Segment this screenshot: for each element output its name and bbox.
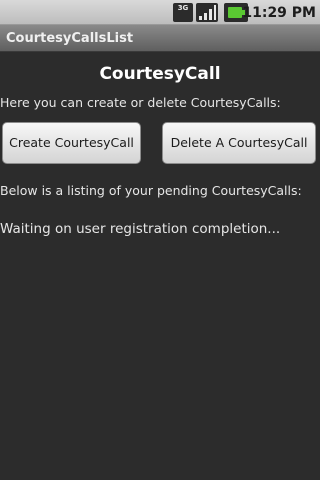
network-3g-icon: 3G bbox=[173, 3, 193, 22]
delete-courtesycall-button[interactable]: Delete A CourtesyCall bbox=[162, 122, 316, 164]
signal-strength-icon bbox=[196, 3, 218, 22]
app-screen: 3G 11:29 PM CourtesyCallsList CourtesyCa… bbox=[0, 0, 320, 480]
status-message: Waiting on user registration completion.… bbox=[0, 221, 281, 237]
create-courtesycall-button[interactable]: Create CourtesyCall bbox=[2, 122, 141, 164]
status-time: 11:29 PM bbox=[242, 5, 316, 21]
app-title: CourtesyCallsList bbox=[6, 31, 134, 46]
status-bar: 3G 11:29 PM bbox=[0, 0, 320, 25]
page-heading: CourtesyCall bbox=[99, 64, 221, 84]
listing-label: Below is a listing of your pending Court… bbox=[0, 183, 302, 198]
title-bar: CourtesyCallsList bbox=[0, 25, 320, 52]
intro-text: Here you can create or delete CourtesyCa… bbox=[0, 95, 281, 110]
network-label: 3G bbox=[177, 4, 189, 12]
